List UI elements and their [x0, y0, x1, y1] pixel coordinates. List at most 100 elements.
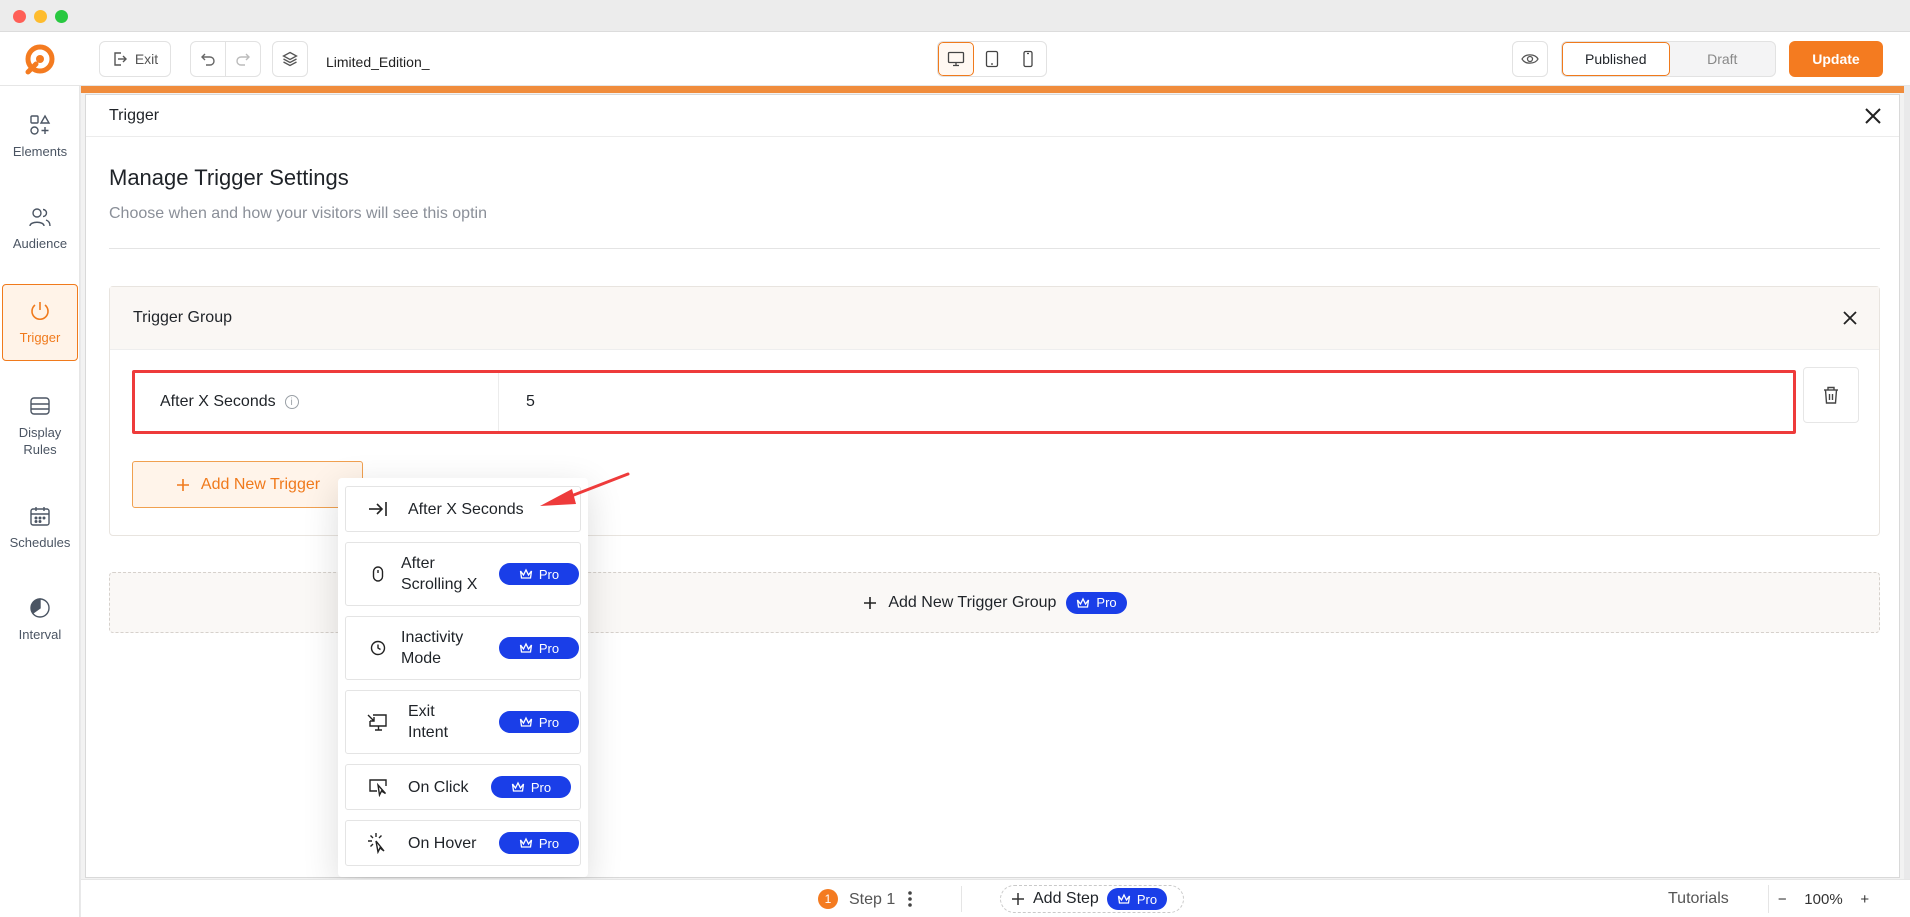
- sparkle-cursor-icon: [366, 831, 390, 855]
- pro-badge: Pro: [499, 711, 579, 733]
- desktop-view-button[interactable]: [938, 42, 974, 76]
- exit-label: Exit: [134, 51, 159, 67]
- sidebar-item-elements[interactable]: Elements: [2, 106, 78, 166]
- modal-title: Trigger: [109, 107, 160, 124]
- trigger-type-dropdown: After X Seconds After Scrolling X Pro In…: [338, 478, 588, 877]
- undo-redo-group: [190, 41, 261, 77]
- close-icon[interactable]: [1861, 104, 1885, 128]
- crown-icon: [1077, 597, 1090, 608]
- window-minimize-dot[interactable]: [34, 10, 47, 23]
- interval-icon: [30, 597, 50, 618]
- trigger-group-title: Trigger Group: [133, 309, 232, 326]
- zoom-out-button[interactable]: −: [1778, 891, 1787, 908]
- step-label[interactable]: Step 1: [849, 891, 895, 909]
- trigger-row-highlighted: After X Seconds i: [132, 370, 1796, 434]
- add-step-button[interactable]: Add Step Pro: [1000, 885, 1184, 913]
- sidebar-label-elements: Elements: [12, 143, 68, 159]
- layers-icon: [282, 51, 298, 67]
- redo-icon[interactable]: [226, 41, 260, 77]
- app-logo-icon: [25, 44, 55, 75]
- window-maximize-dot[interactable]: [55, 10, 68, 23]
- crown-icon: [511, 781, 525, 792]
- plus-icon: [176, 478, 189, 491]
- sidebar-label-audience: Audience: [12, 235, 68, 251]
- layers-button[interactable]: [272, 41, 308, 77]
- mouse-icon: [366, 562, 390, 586]
- crown-icon: [519, 568, 533, 579]
- exit-button[interactable]: Exit: [99, 41, 171, 77]
- trigger-type-label: After X Seconds: [160, 393, 276, 410]
- bottom-bar: 1 Step 1 Add Step Pro Tutorials − 100% +: [81, 879, 1910, 917]
- undo-icon[interactable]: [191, 41, 225, 77]
- dropdown-label: Inactivity Mode: [401, 629, 464, 667]
- sidebar-item-interval[interactable]: Interval: [2, 588, 78, 650]
- elements-icon: [30, 114, 51, 135]
- publish-status-toggle: Published Draft: [1561, 41, 1776, 77]
- mobile-view-button[interactable]: [1010, 42, 1046, 76]
- zoom-level: 100%: [1804, 890, 1843, 908]
- add-trigger-label: Add New Trigger: [200, 475, 321, 493]
- section-divider: [109, 248, 1880, 249]
- zoom-in-button[interactable]: +: [1860, 891, 1869, 908]
- bottom-divider: [961, 886, 962, 912]
- info-icon[interactable]: i: [284, 395, 299, 409]
- calendar-icon: [30, 506, 50, 526]
- dropdown-label: On Hover: [408, 834, 477, 852]
- pro-badge-label: Pro: [538, 835, 560, 851]
- sidebar-item-audience[interactable]: Audience: [2, 198, 78, 258]
- add-new-trigger-button[interactable]: Add New Trigger: [132, 461, 363, 508]
- pro-badge: Pro: [499, 637, 579, 659]
- crown-icon: [519, 642, 533, 653]
- window-titlebar: [0, 0, 1910, 32]
- plus-icon: [1012, 893, 1024, 905]
- seconds-input[interactable]: [500, 373, 1790, 431]
- display-rules-icon: [30, 397, 50, 415]
- clock-icon: [366, 636, 390, 660]
- document-title[interactable]: Limited_Edition_: [326, 54, 430, 70]
- delete-trigger-button[interactable]: [1803, 367, 1859, 423]
- dropdown-label: On Click: [408, 778, 469, 796]
- update-button[interactable]: Update: [1789, 41, 1883, 77]
- audience-icon: [29, 207, 51, 226]
- sidebar-item-schedules[interactable]: Schedules: [2, 496, 78, 558]
- sidebar-item-trigger[interactable]: Trigger: [2, 284, 78, 361]
- pro-badge-label: Pro: [530, 779, 552, 795]
- dropdown-item-inactivity-mode[interactable]: Inactivity Mode Pro: [345, 616, 581, 680]
- trash-icon: [1824, 386, 1838, 404]
- pro-badge: Pro: [499, 832, 579, 854]
- tutorials-link[interactable]: Tutorials: [1668, 890, 1729, 908]
- tablet-icon: [985, 50, 999, 68]
- remove-group-icon[interactable]: [1839, 307, 1861, 329]
- tablet-view-button[interactable]: [974, 42, 1010, 76]
- settings-subtitle: Choose when and how your visitors will s…: [109, 205, 487, 222]
- sidebar-label-display-rules: Display Rules: [18, 425, 62, 457]
- dropdown-item-on-click[interactable]: On Click Pro: [345, 764, 581, 810]
- dropdown-item-after-scrolling-x[interactable]: After Scrolling X Pro: [345, 542, 581, 606]
- dropdown-item-exit-intent[interactable]: Exit Intent Pro: [345, 690, 581, 754]
- crown-icon: [519, 716, 533, 727]
- window-close-dot[interactable]: [13, 10, 26, 23]
- dropdown-item-on-hover[interactable]: On Hover Pro: [345, 820, 581, 866]
- more-vertical-icon[interactable]: [905, 888, 915, 910]
- left-sidebar: Elements Audience Trigger Display Rules …: [0, 86, 80, 917]
- preview-button[interactable]: [1512, 41, 1548, 77]
- sidebar-label-trigger: Trigger: [19, 330, 61, 345]
- sidebar-label-interval: Interval: [18, 626, 62, 642]
- published-option[interactable]: Published: [1562, 42, 1670, 76]
- sidebar-item-display-rules[interactable]: Display Rules: [2, 388, 78, 464]
- dropdown-label: After Scrolling X: [401, 555, 478, 593]
- crown-icon: [1117, 893, 1130, 904]
- exit-icon: [114, 52, 127, 66]
- pro-badge: Pro: [1066, 591, 1127, 614]
- power-icon: [31, 302, 49, 320]
- add-step-label: Add Step: [1033, 890, 1099, 907]
- cursor-click-icon: [366, 775, 390, 799]
- pro-badge-label: Pro: [1136, 891, 1158, 907]
- annotation-arrow-icon: [540, 472, 630, 506]
- sidebar-label-schedules: Schedules: [9, 534, 71, 550]
- draft-option[interactable]: Draft: [1670, 42, 1776, 76]
- mobile-icon: [1023, 50, 1033, 68]
- dropdown-label: After X Seconds: [408, 500, 524, 518]
- dropdown-label: Exit Intent: [408, 703, 449, 741]
- step-number-badge: 1: [818, 889, 838, 909]
